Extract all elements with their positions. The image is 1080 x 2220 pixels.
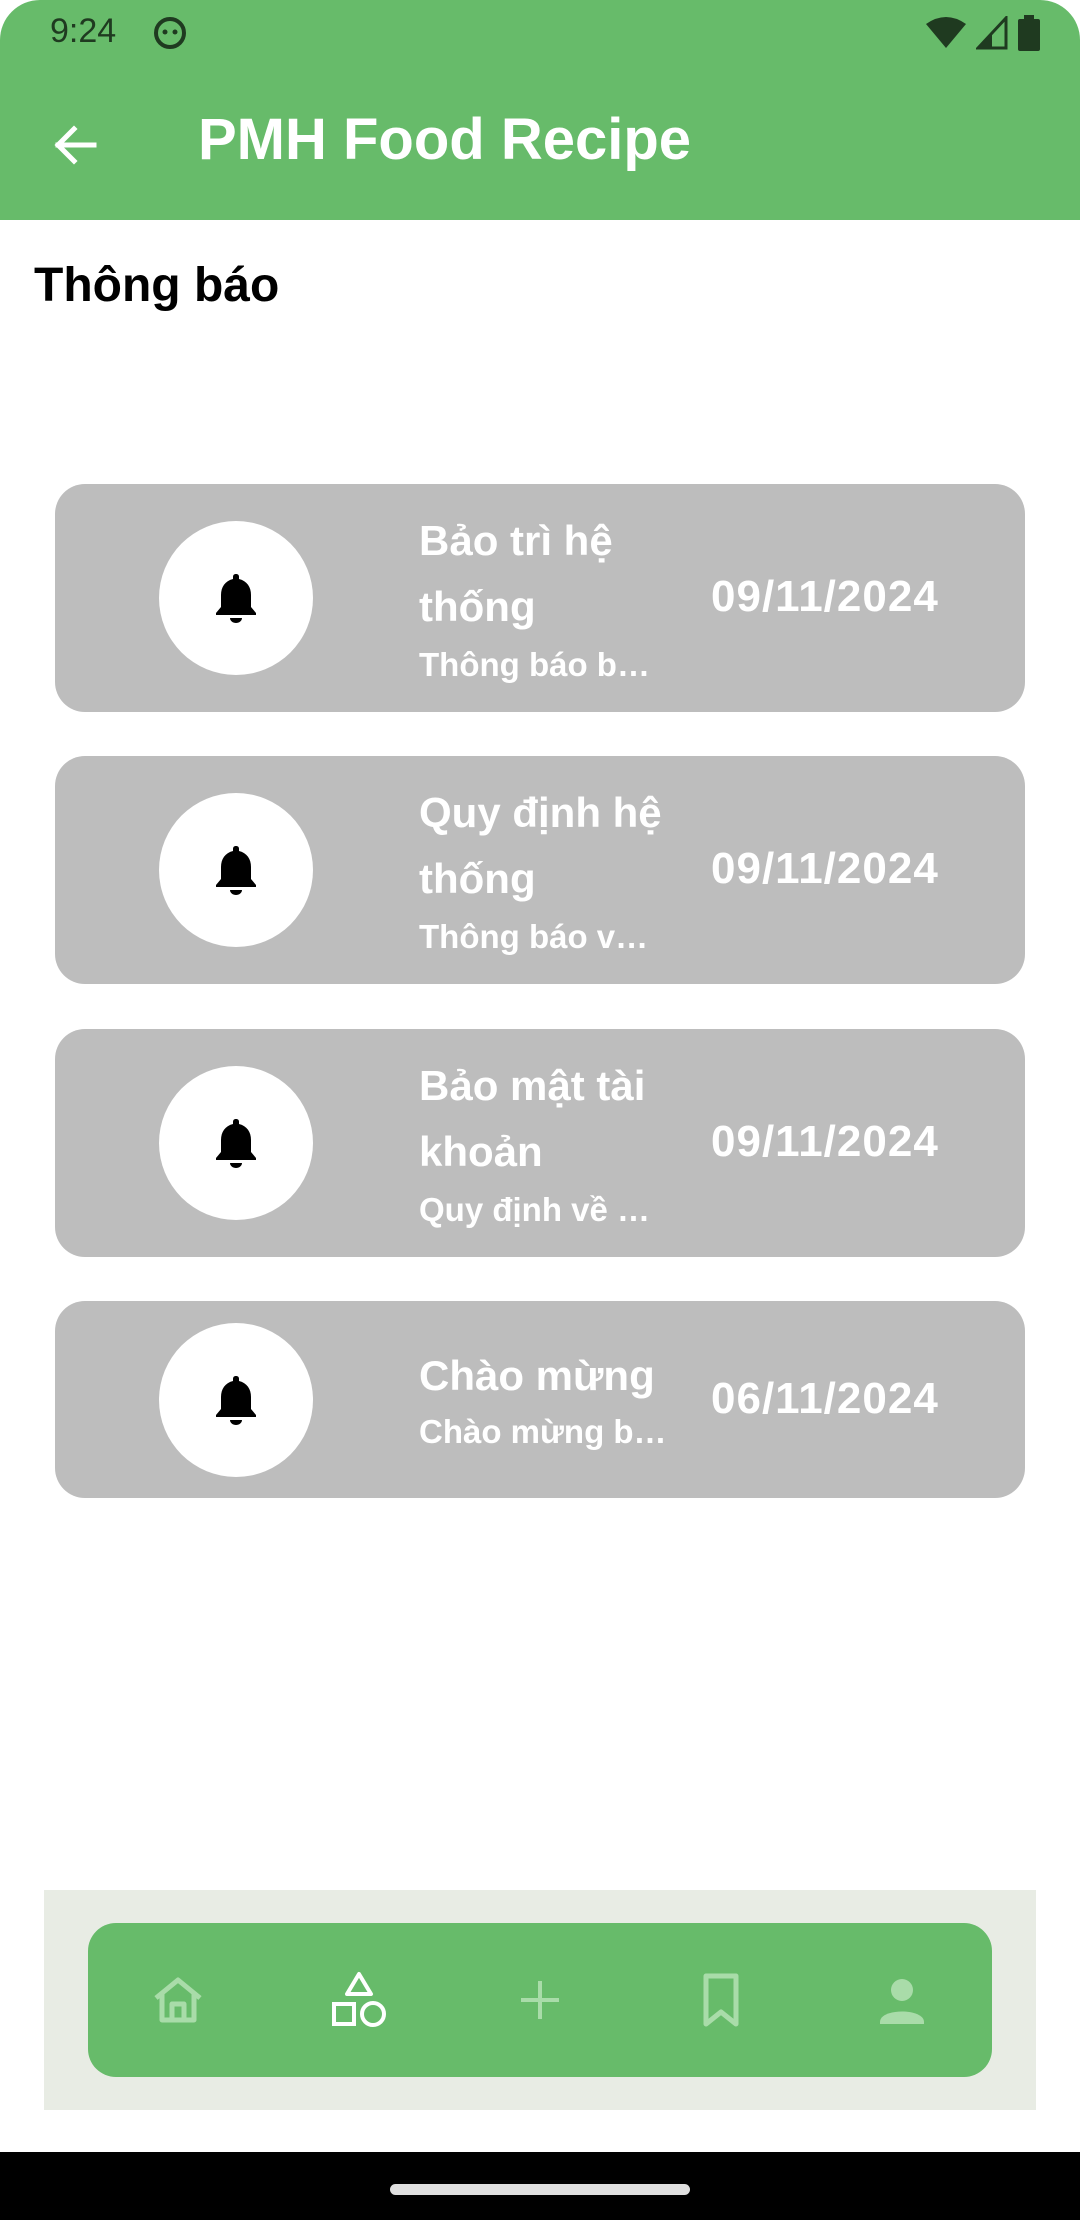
- bell-avatar: [159, 793, 313, 947]
- profile-icon: [879, 1979, 924, 2024]
- nav-home[interactable]: [133, 1955, 223, 2045]
- notification-card[interactable]: Quy định hệ thống Thông báo v… 09/11/202…: [55, 756, 1025, 984]
- notification-title: Chào mừng: [419, 1352, 655, 1399]
- bell-avatar: [159, 521, 313, 675]
- notification-app-icon: [154, 17, 186, 49]
- cell-signal-icon: [976, 16, 1008, 50]
- nav-saved[interactable]: [676, 1955, 766, 2045]
- bell-icon: [216, 1376, 256, 1425]
- home-gesture-handle[interactable]: [390, 2184, 690, 2195]
- bookmark-icon: [703, 1973, 739, 2027]
- notification-date: 09/11/2024: [711, 572, 939, 621]
- notification-card[interactable]: Chào mừng Chào mừng b… 06/11/2024: [55, 1301, 1025, 1498]
- notification-card[interactable]: Bảo mật tài khoản Quy định về … 09/11/20…: [55, 1029, 1025, 1257]
- status-bar: 9:24: [0, 0, 1080, 66]
- notification-subtitle: Thông báo b…: [419, 646, 650, 683]
- home-icon: [154, 1977, 202, 2023]
- system-navigation-bar: [0, 2152, 1080, 2220]
- add-icon: [520, 1981, 559, 2019]
- notification-subtitle: Thông báo v…: [419, 918, 649, 955]
- status-time: 9:24: [50, 12, 117, 50]
- wifi-icon: [926, 17, 966, 48]
- back-button[interactable]: [40, 110, 110, 180]
- bell-icon: [216, 1119, 256, 1168]
- notification-card[interactable]: Bảo trì hệ thống Thông báo b… 09/11/2024: [55, 484, 1025, 712]
- categories-icon: [332, 1972, 387, 2027]
- notification-date: 09/11/2024: [711, 1117, 939, 1166]
- nav-add[interactable]: [495, 1955, 585, 2045]
- notification-subtitle: Quy định về …: [419, 1191, 651, 1228]
- notification-title: Bảo mật tài khoản: [419, 1062, 646, 1175]
- battery-icon: [1018, 15, 1040, 51]
- bell-icon: [216, 846, 256, 895]
- nav-profile[interactable]: [857, 1955, 947, 2045]
- bottom-nav-container: [44, 1890, 1036, 2110]
- bottom-nav: [88, 1923, 992, 2077]
- nav-categories[interactable]: [314, 1955, 404, 2045]
- bell-avatar: [159, 1323, 313, 1477]
- notification-date: 09/11/2024: [711, 844, 939, 893]
- notification-date: 06/11/2024: [711, 1374, 939, 1423]
- app-title: PMH Food Recipe: [198, 107, 692, 172]
- notification-title: Bảo trì hệ thống: [419, 517, 613, 630]
- bell-icon: [216, 574, 256, 623]
- bell-avatar: [159, 1066, 313, 1220]
- notification-title: Quy định hệ thống: [419, 789, 662, 902]
- page-title: Thông báo: [34, 259, 280, 312]
- notification-subtitle: Chào mừng b…: [419, 1413, 667, 1450]
- app-bar: PMH Food Recipe: [0, 66, 1080, 220]
- arrow-left-icon: [54, 125, 97, 165]
